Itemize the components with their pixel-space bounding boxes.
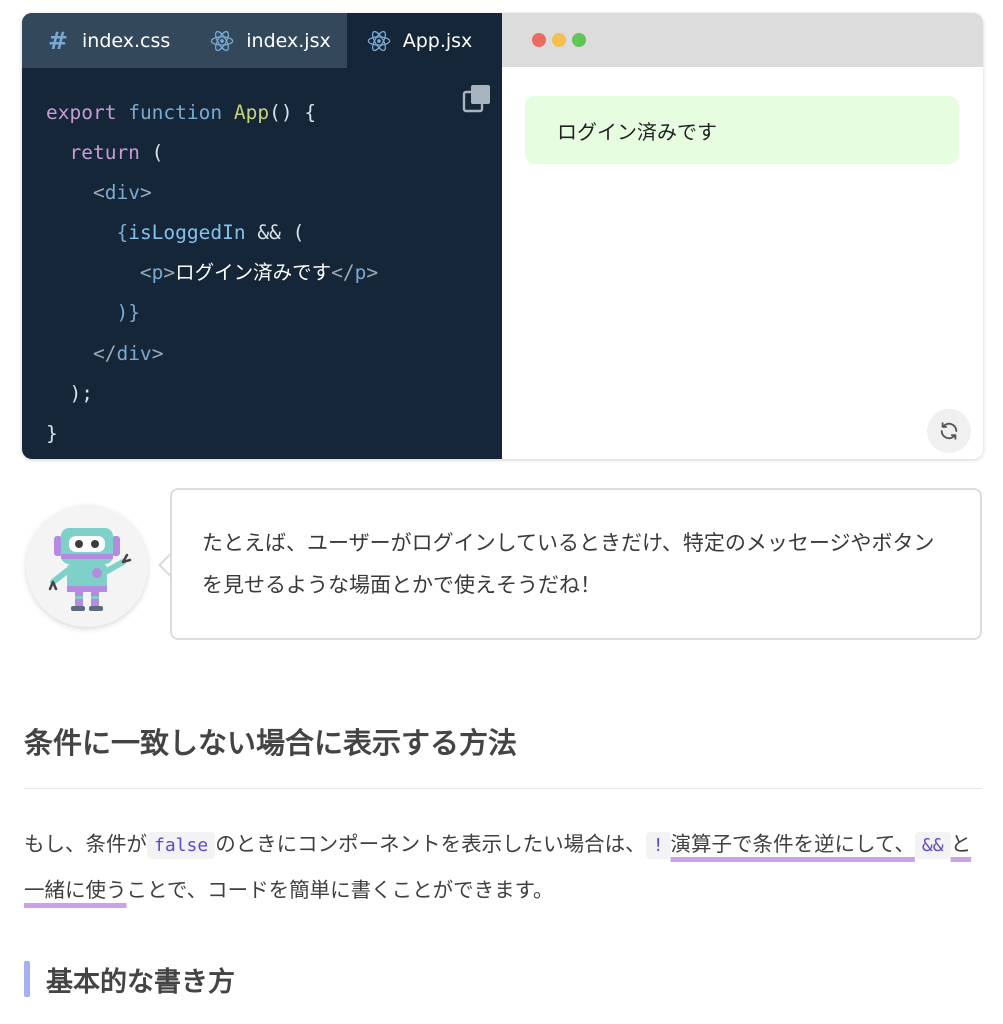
code-line-8: ); [69, 381, 93, 405]
editor-tabs: # index.css index.jsx App.jsx [22, 13, 507, 68]
code-block[interactable]: export function App() { return ( <div> {… [46, 93, 378, 454]
section-heading: 条件に一致しない場合に表示する方法 [24, 726, 518, 760]
speech-text: たとえば、ユーザーがログインしているときだけ、特定のメッセージやボタンを見せるよ… [202, 531, 935, 597]
inline-code-and: && [914, 832, 951, 859]
inline-code-false: false [147, 832, 216, 859]
react-icon [367, 29, 391, 53]
code-line-2: return ( [69, 141, 164, 165]
paragraph: もし、条件が false のときにコンポーネントを表示したい場合は、! 演算子で条件を… [24, 832, 972, 902]
tab-label: App.jsx [402, 29, 473, 52]
preview-window-bar [502, 13, 983, 67]
code-line-3: <div> [92, 181, 152, 205]
tab-label: index.css [82, 29, 171, 52]
copy-button[interactable] [461, 83, 493, 115]
highlight-text: して、 [855, 832, 915, 856]
reload-button[interactable] [927, 409, 971, 453]
subsection-heading: 基本的な書き方 [24, 958, 235, 1000]
robot-avatar [26, 505, 148, 627]
code-line-4: {isLoggedIn && ( [116, 221, 305, 245]
subsection-heading-text: 基本的な書き方 [46, 966, 235, 998]
heading-divider [24, 788, 982, 789]
minimize-dot [552, 33, 566, 47]
speech-bubble: たとえば、ユーザーがログインしているときだけ、特定のメッセージやボタンを見せるよ… [170, 488, 982, 640]
tab-label: index.jsx [246, 29, 331, 52]
inline-code-not: ! [645, 832, 671, 859]
heading-accent-bar [24, 961, 30, 997]
code-line-1: export function App() { [46, 101, 317, 124]
code-line-5: <p>ログイン済みです</p> [139, 261, 379, 285]
tab-index-css[interactable]: # index.css [22, 13, 186, 68]
code-line-6: )} [116, 301, 140, 325]
preview-pane: ログイン済みです [502, 13, 983, 459]
code-line-9: } [46, 421, 58, 445]
maximize-dot [572, 33, 586, 47]
tab-index-jsx[interactable]: index.jsx [186, 13, 346, 68]
close-dot [532, 33, 546, 47]
refresh-icon [940, 422, 958, 440]
copy-icon [462, 85, 490, 113]
code-editor: # index.css index.jsx App.jsx export fun… [22, 13, 507, 459]
tab-app-jsx[interactable]: App.jsx [346, 13, 507, 68]
react-icon [210, 29, 234, 53]
code-playground: # index.css index.jsx App.jsx export fun… [22, 13, 983, 459]
robot-icon [48, 528, 132, 611]
hash-icon: # [47, 26, 69, 55]
code-line-7: </div> [92, 341, 164, 365]
preview-message: ログイン済みです [525, 96, 959, 164]
highlight-text: 演算子で条件を逆に [670, 832, 856, 856]
